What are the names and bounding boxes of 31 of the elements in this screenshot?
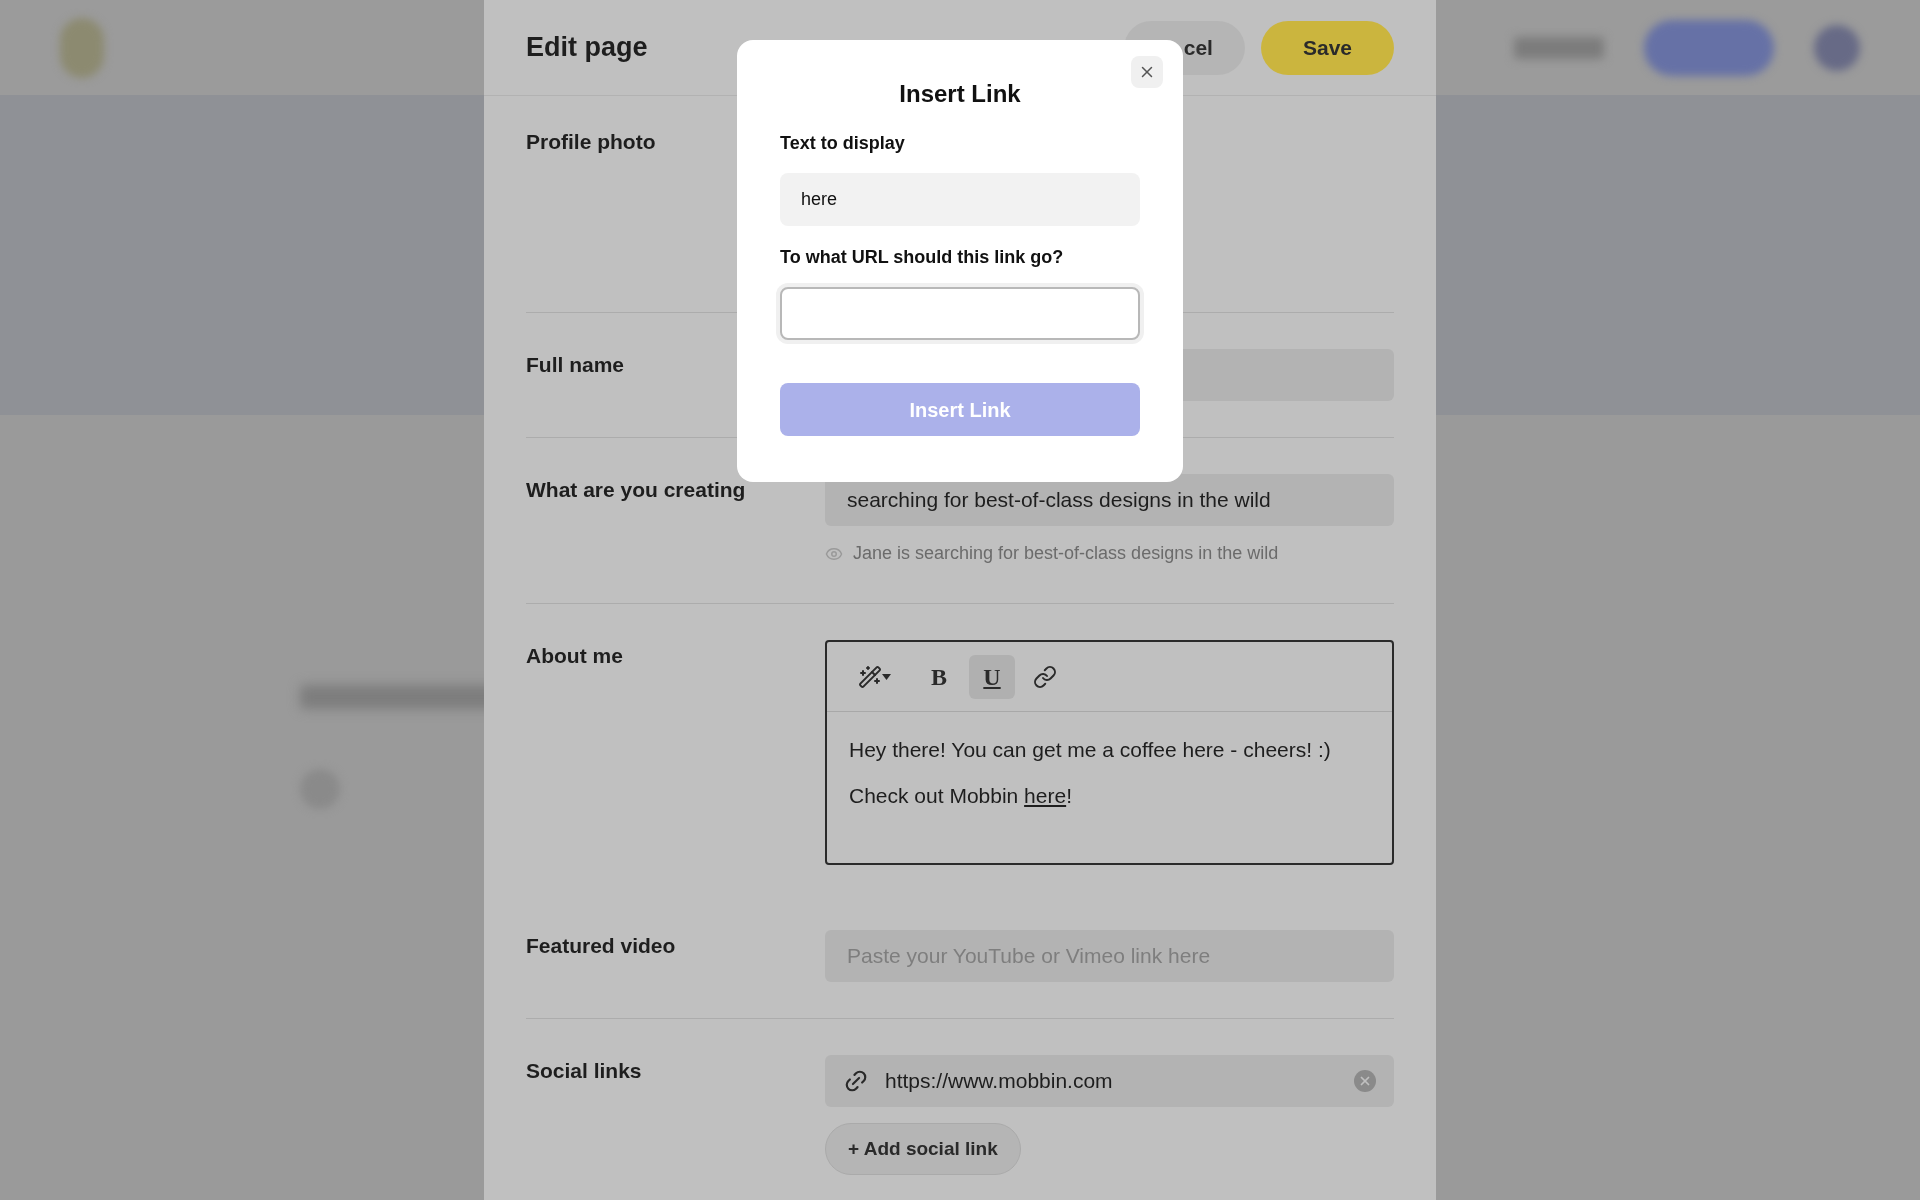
social-link-field[interactable]: https://www.mobbin.com (825, 1055, 1394, 1107)
add-social-link-button[interactable]: + Add social link (825, 1123, 1021, 1175)
field-label: Featured video (526, 934, 676, 957)
paragraph-text: Check out Mobbin (849, 782, 1020, 809)
field-label: To what URL should this link go? (780, 246, 1065, 269)
blurred-logo (60, 17, 104, 78)
dialog-input-field[interactable]: here (780, 173, 1140, 226)
field-label: About me (526, 644, 623, 667)
bold-button[interactable]: B (917, 654, 961, 699)
link-url: https://www.mobbin.com (885, 1068, 1114, 1095)
blurred-avatar (1814, 24, 1860, 71)
magic-wand-icon (857, 664, 882, 689)
hint-text: Jane is searching for best-of-class designs in the wild (853, 542, 1279, 565)
caret-icon (881, 673, 891, 680)
close-button[interactable] (1131, 56, 1163, 88)
rich-text-editor[interactable]: B U Hey there! You can get me a coffee here - cheers! :) Check out Mobbin here! (825, 640, 1394, 865)
inline-link[interactable]: here (1024, 779, 1067, 811)
field-label: Profile photo (526, 130, 656, 153)
field-label: What are you creating (526, 478, 746, 501)
field-label: Social links (526, 1059, 642, 1082)
field-label: Full name (526, 353, 625, 376)
link-icon (1033, 664, 1057, 689)
dialog-title: Insert Link (899, 79, 1021, 109)
underline-button[interactable]: U (969, 654, 1015, 699)
clear-icon[interactable] (1354, 1070, 1376, 1092)
text-field[interactable]: searching for best-of-class designs in the wild (825, 474, 1394, 526)
page-title: Edit page (526, 31, 648, 65)
save-button[interactable]: Save (1260, 20, 1394, 75)
field-label: Text to display (780, 132, 906, 155)
paragraph-text: Hey there! You can get me a coffee here - cheers! :) (849, 737, 1332, 763)
paragraph-text: ! (1066, 782, 1072, 809)
